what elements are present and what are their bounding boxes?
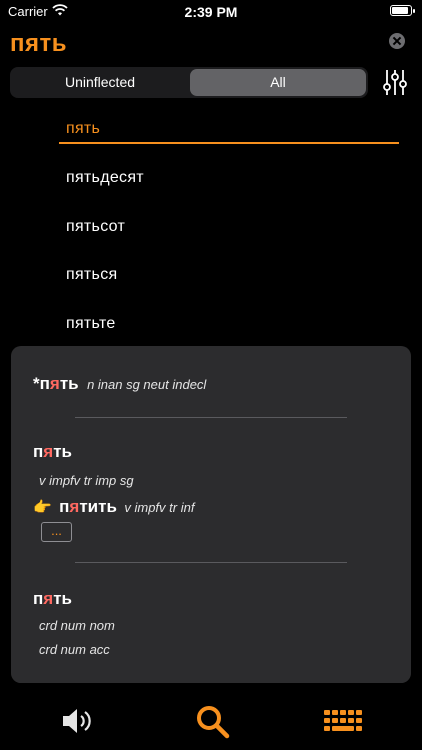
- selected-underline: [59, 142, 399, 144]
- more-button[interactable]: ...: [41, 522, 72, 542]
- result-item[interactable]: пятьсот: [66, 218, 125, 236]
- entry-panel[interactable]: *пять n inan sg neut indecl пять v impfv…: [11, 346, 411, 683]
- result-item[interactable]: пятьдесят: [66, 169, 144, 187]
- entry-3-grammar: crd num acc: [39, 642, 110, 657]
- speaker-icon[interactable]: [60, 704, 96, 738]
- segment-all[interactable]: All: [190, 69, 366, 96]
- divider: [75, 417, 347, 418]
- entry-2-lemma-link[interactable]: 👉 пятить v impfv tr inf: [33, 497, 194, 517]
- pointing-hand-icon: 👉: [33, 499, 52, 516]
- entry-2-grammar: v impfv tr imp sg: [39, 473, 134, 488]
- result-item[interactable]: пяться: [66, 266, 117, 284]
- scroll-fade: [11, 661, 411, 683]
- result-item-active[interactable]: пять: [66, 120, 100, 138]
- result-item[interactable]: пятьте: [66, 315, 116, 333]
- segment-uninflected[interactable]: Uninflected: [12, 69, 188, 96]
- entry-1: *пять n inan sg neut indecl: [33, 374, 207, 393]
- keyboard-icon[interactable]: [323, 708, 365, 736]
- search-icon[interactable]: [195, 704, 231, 740]
- entry-3-headword: пять: [33, 589, 72, 608]
- battery-icon: [390, 5, 415, 16]
- search-query[interactable]: пять: [10, 30, 67, 58]
- status-time: 2:39 PM: [184, 4, 238, 20]
- entry-1-star: *: [33, 374, 40, 393]
- filter-sliders-icon[interactable]: [381, 67, 409, 98]
- entry-3-grammar: crd num nom: [39, 618, 115, 633]
- entry-1-grammar: n inan sg neut indecl: [87, 377, 207, 392]
- divider: [75, 562, 347, 563]
- segmented-control: Uninflected All: [10, 67, 368, 98]
- status-bar: Carrier 2:39 PM: [0, 0, 422, 24]
- clear-search-icon[interactable]: [389, 33, 405, 49]
- entry-2-headword: пять: [33, 442, 72, 461]
